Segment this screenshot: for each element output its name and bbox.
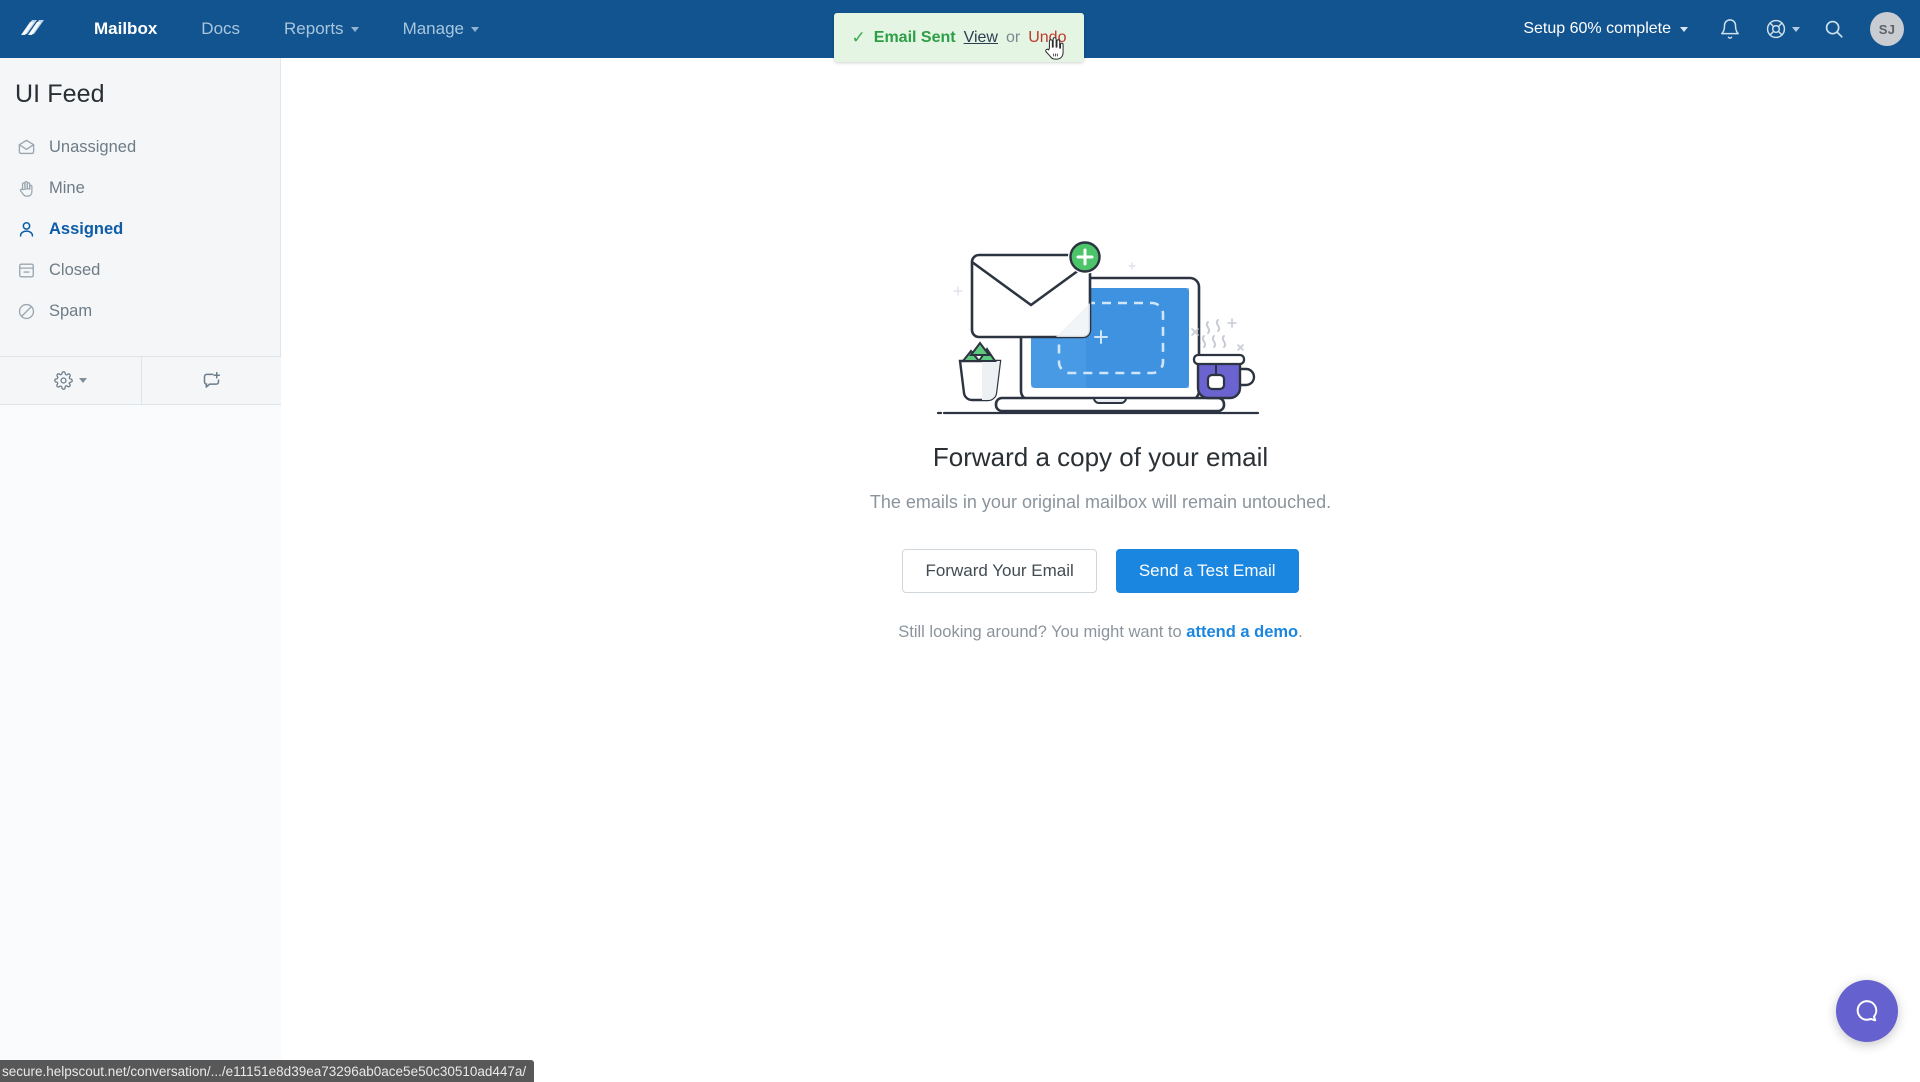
sidebar: UI Feed Unassigned Mine Assigned Closed … — [0, 58, 281, 1082]
header-right-actions: Setup 60% complete SJ — [1507, 0, 1920, 58]
toast-message: Email Sent — [873, 28, 956, 46]
empty-state: Forward a copy of your email The emails … — [731, 233, 1471, 642]
nav-item-label: Reports — [284, 19, 344, 38]
chevron-down-icon — [1680, 26, 1688, 32]
nav-item-mailbox[interactable]: Mailbox — [72, 0, 179, 58]
sidebar-item-closed[interactable]: Closed — [0, 250, 280, 291]
send-a-test-email-button[interactable]: Send a Test Email — [1115, 549, 1299, 593]
nav-item-manage[interactable]: Manage — [381, 0, 501, 58]
avatar-initials: SJ — [1878, 21, 1896, 37]
new-conversation-button[interactable] — [140, 357, 282, 404]
nav-item-docs[interactable]: Docs — [179, 0, 262, 58]
main-nav-items: Mailbox Docs Reports Manage — [72, 0, 501, 58]
bell-icon — [1721, 19, 1739, 39]
lifebuoy-icon — [1766, 19, 1785, 39]
new-conversation-icon — [203, 371, 220, 388]
status-bar-url: secure.helpscout.net/conversation/.../e1… — [2, 1063, 527, 1079]
ban-icon — [16, 302, 36, 322]
help-beacon-button[interactable] — [1836, 980, 1898, 1042]
hand-icon — [16, 179, 36, 199]
sidebar-item-label: Closed — [49, 261, 101, 279]
chat-bubble-icon — [1856, 1000, 1878, 1022]
help-button[interactable] — [1756, 0, 1808, 58]
sidebar-toolbar — [0, 357, 281, 405]
nav-item-label: Mailbox — [94, 19, 158, 38]
sidebar-item-label: Unassigned — [49, 138, 137, 156]
check-icon: ✓ — [851, 28, 866, 47]
email-sent-toast: ✓ Email Sent View or Undo — [834, 13, 1084, 62]
empty-state-actions: Forward Your Email Send a Test Email — [731, 549, 1471, 593]
sidebar-conversation-list — [0, 405, 281, 1082]
page-title: UI Feed — [15, 80, 105, 108]
laptop-envelope-illustration — [936, 240, 1259, 415]
empty-state-subtitle: The emails in your original mailbox will… — [869, 492, 1332, 512]
toast-or-label: or — [1005, 28, 1021, 46]
chevron-down-icon — [1791, 26, 1800, 32]
sidebar-settings-button[interactable] — [0, 357, 141, 404]
avatar[interactable]: SJ — [1870, 12, 1904, 46]
user-icon — [16, 220, 36, 240]
helpscout-logo-icon[interactable] — [14, 12, 48, 46]
demo-prompt-prefix: Still looking around? You might want to — [898, 623, 1187, 641]
sidebar-item-spam[interactable]: Spam — [0, 291, 280, 332]
chevron-down-icon — [471, 26, 479, 32]
demo-prompt-suffix: . — [1298, 623, 1303, 641]
setup-progress-button[interactable]: Setup 60% complete — [1507, 20, 1704, 38]
sidebar-item-label: Spam — [49, 302, 93, 320]
demo-prompt: Still looking around? You might want to … — [731, 623, 1471, 642]
sidebar-item-label: Assigned — [49, 220, 124, 238]
nav-item-label: Manage — [402, 19, 464, 38]
nav-item-reports[interactable]: Reports — [262, 0, 381, 58]
toast-undo-link[interactable]: Undo — [1028, 29, 1066, 47]
sidebar-item-mine[interactable]: Mine — [0, 168, 280, 209]
attend-a-demo-link[interactable]: attend a demo — [1186, 623, 1298, 641]
setup-progress-label: Setup 60% complete — [1523, 20, 1671, 37]
sidebar-folder-list: Unassigned Mine Assigned Closed Spam — [0, 125, 280, 332]
gear-icon — [53, 371, 73, 390]
notifications-button[interactable] — [1704, 0, 1756, 58]
browser-status-bar: secure.helpscout.net/conversation/.../e1… — [0, 1060, 535, 1082]
sidebar-item-label: Mine — [49, 179, 85, 197]
archive-icon — [16, 261, 36, 281]
search-icon — [1825, 20, 1843, 38]
chevron-down-icon — [350, 26, 359, 32]
nav-item-label: Docs — [201, 19, 241, 38]
sidebar-item-assigned[interactable]: Assigned — [0, 209, 280, 250]
envelope-open-icon — [16, 138, 36, 158]
chevron-down-icon — [78, 378, 87, 383]
sidebar-item-unassigned[interactable]: Unassigned — [0, 127, 280, 168]
forward-your-email-button[interactable]: Forward Your Email — [902, 549, 1097, 593]
empty-state-title: Forward a copy of your email — [932, 442, 1269, 472]
main-content: Forward a copy of your email The emails … — [281, 58, 1920, 1082]
search-button[interactable] — [1808, 0, 1860, 58]
toast-view-link[interactable]: View — [964, 29, 998, 47]
